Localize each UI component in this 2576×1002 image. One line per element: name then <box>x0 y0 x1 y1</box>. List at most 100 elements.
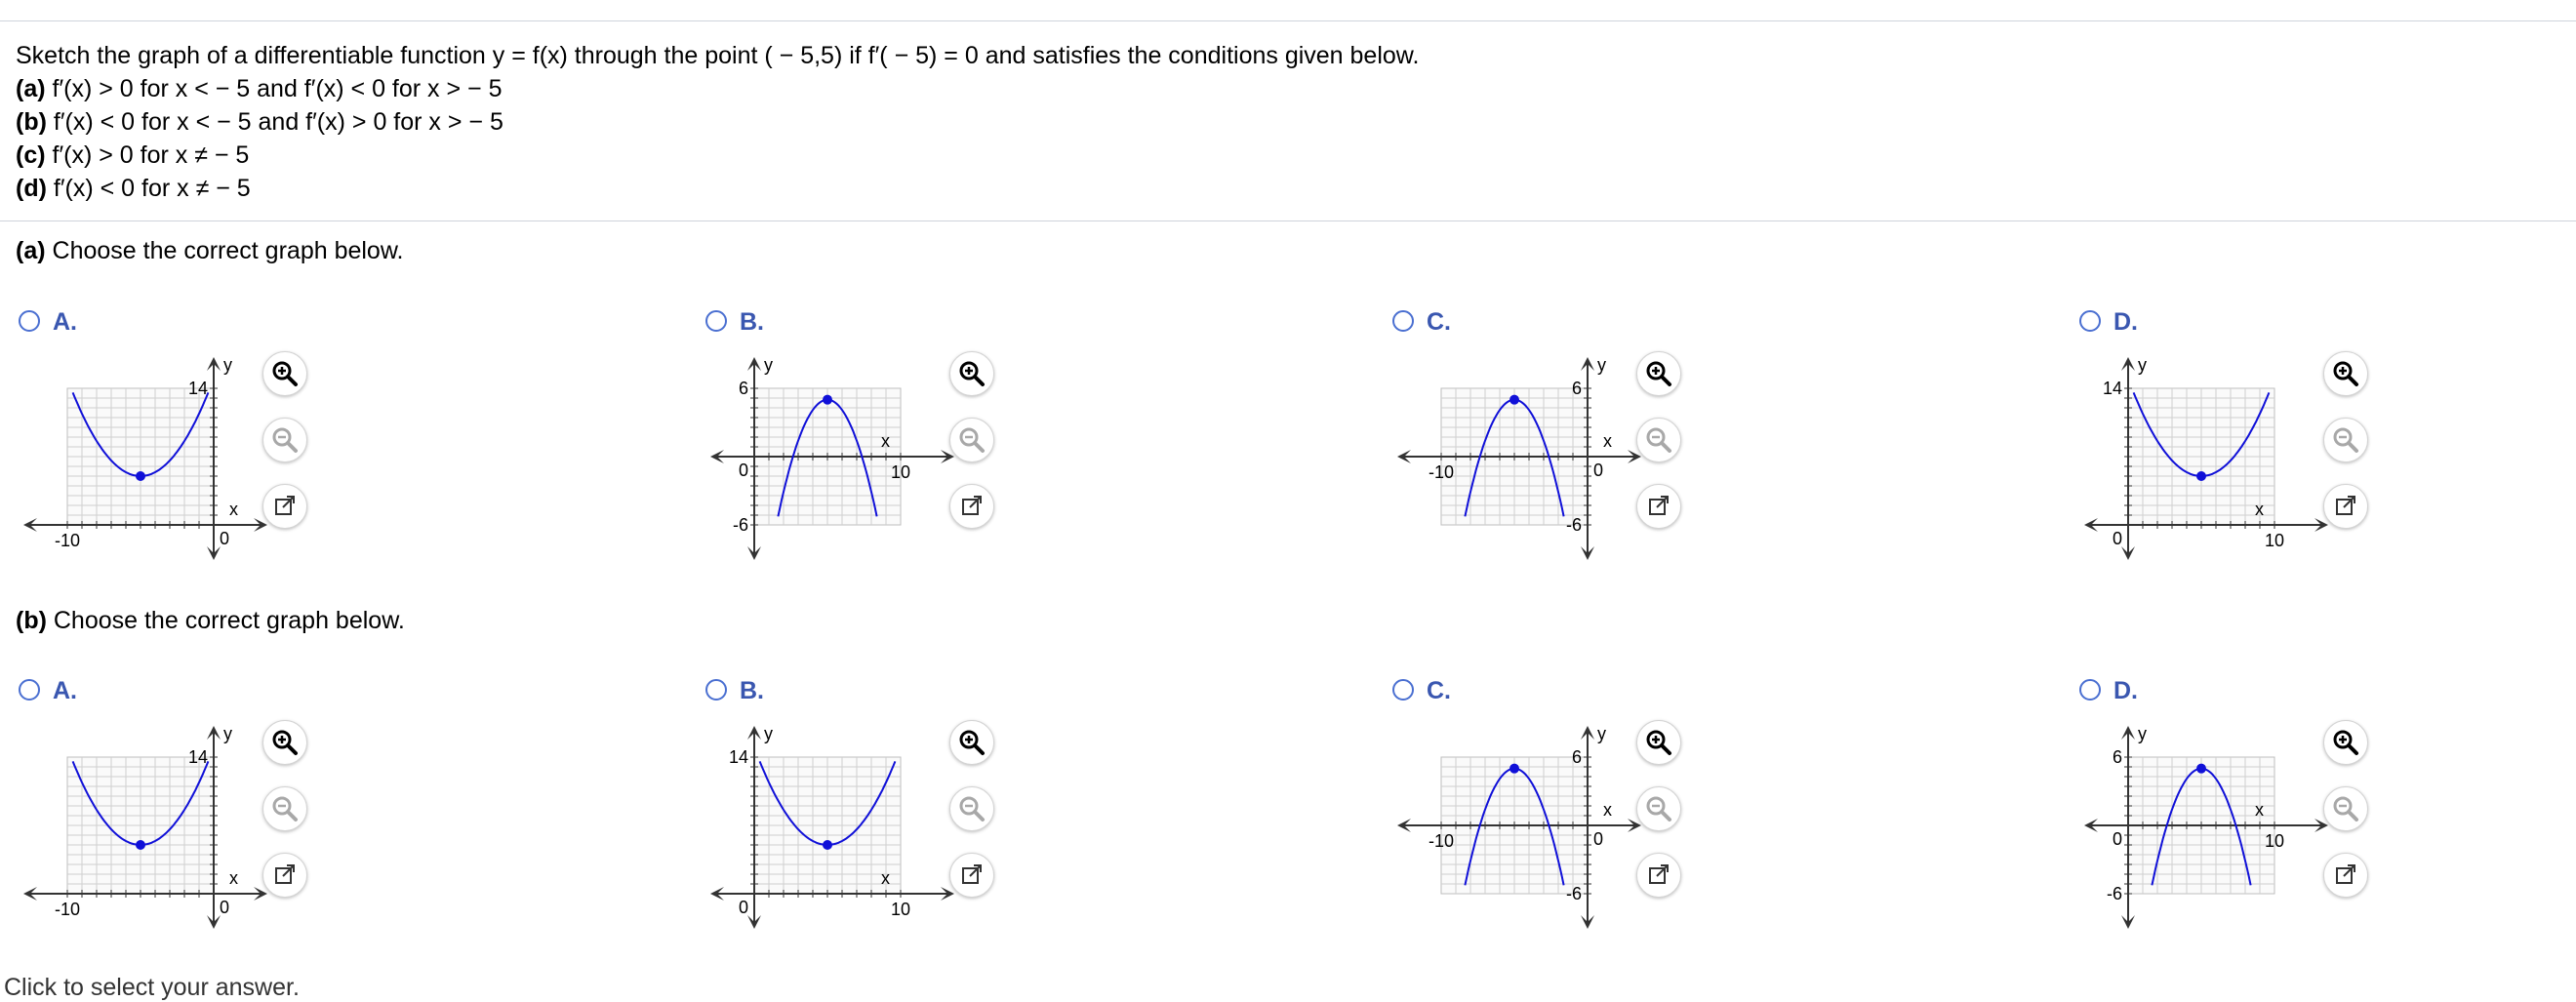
problem-divider <box>0 220 2576 221</box>
y-tick-label-neg: -6 <box>1566 515 1582 535</box>
zoom-in-button[interactable] <box>1636 720 1681 765</box>
popout-button[interactable] <box>1636 484 1681 529</box>
part-a-prompt: (a) Choose the correct graph below. <box>16 237 404 264</box>
zoom-in-icon <box>959 730 985 755</box>
y-tick-label: 6 <box>1572 747 1582 767</box>
zoom-in-icon <box>2333 730 2358 755</box>
x-axis-label: x <box>1603 431 1612 451</box>
zoom-in-button[interactable] <box>262 720 307 765</box>
zoom-out-button[interactable] <box>2323 418 2368 462</box>
critical-point <box>1509 763 1519 774</box>
choice-letter: C. <box>1427 308 1451 336</box>
condition-c: (c) f′(x) > 0 for x ≠ − 5 <box>16 141 250 169</box>
choice-letter: B. <box>740 308 764 336</box>
y-axis-label: y <box>764 355 773 375</box>
zoom-in-button[interactable] <box>262 351 307 396</box>
condition-b: (b) f′(x) < 0 for x < − 5 and f′(x) > 0 … <box>16 108 503 136</box>
answer-choice-b-b[interactable]: B. y x 10 14 0 <box>701 677 1110 933</box>
zoom-out-button[interactable] <box>2323 786 2368 831</box>
x-axis-label: x <box>881 431 890 451</box>
choice-letter: D. <box>2113 677 2138 704</box>
radio-button[interactable] <box>705 310 727 332</box>
y-tick-label: 6 <box>739 379 748 398</box>
x-axis-label: x <box>229 500 238 519</box>
condition-a: (a) f′(x) > 0 for x < − 5 and f′(x) < 0 … <box>16 75 503 102</box>
zoom-in-icon <box>1646 361 1671 386</box>
x-tick-label: -10 <box>55 900 80 919</box>
zoom-out-button[interactable] <box>1636 418 1681 462</box>
zoom-out-button[interactable] <box>949 786 994 831</box>
popout-button[interactable] <box>2323 484 2368 529</box>
radio-button[interactable] <box>19 310 40 332</box>
y-tick-label: 14 <box>2103 379 2122 398</box>
radio-button[interactable] <box>2079 310 2101 332</box>
x-tick-label: -10 <box>1429 462 1454 482</box>
choice-letter: D. <box>2113 308 2138 336</box>
zoom-out-icon <box>2333 796 2358 822</box>
popout-button[interactable] <box>262 484 307 529</box>
critical-point <box>2196 471 2206 481</box>
x-tick-label: 10 <box>2265 531 2284 550</box>
popout-icon <box>1649 496 1669 515</box>
origin-label: 0 <box>2113 829 2122 849</box>
answer-choice-b-c[interactable]: C. y x -10 6 -6 0 <box>1388 677 1797 933</box>
y-axis-label: y <box>2138 724 2147 743</box>
answer-choice-b-d[interactable]: D. y x 10 6 -6 0 <box>2074 677 2484 933</box>
zoom-in-icon <box>272 730 298 755</box>
zoom-out-button[interactable] <box>262 786 307 831</box>
radio-button[interactable] <box>1392 679 1414 701</box>
popout-button[interactable] <box>1636 853 1681 898</box>
y-axis-label: y <box>223 355 232 375</box>
zoom-in-button[interactable] <box>1636 351 1681 396</box>
popout-button[interactable] <box>949 853 994 898</box>
answer-choice-b-a[interactable]: A. y x -10 14 0 <box>14 677 423 933</box>
origin-label: 0 <box>739 898 748 917</box>
x-tick-label: 10 <box>891 900 910 919</box>
top-divider <box>0 20 2576 21</box>
critical-point <box>1509 394 1519 405</box>
origin-label: 0 <box>1593 461 1603 480</box>
choice-letter: B. <box>740 677 764 704</box>
zoom-out-button[interactable] <box>262 418 307 462</box>
zoom-out-button[interactable] <box>949 418 994 462</box>
popout-button[interactable] <box>262 853 307 898</box>
zoom-in-button[interactable] <box>2323 351 2368 396</box>
radio-button[interactable] <box>1392 310 1414 332</box>
graph-plot: y x10 14 0 <box>2084 355 2328 560</box>
zoom-in-button[interactable] <box>949 351 994 396</box>
y-axis-label: y <box>2138 355 2147 375</box>
radio-button[interactable] <box>2079 679 2101 701</box>
zoom-out-button[interactable] <box>1636 786 1681 831</box>
choice-letter: C. <box>1427 677 1451 704</box>
radio-button[interactable] <box>705 679 727 701</box>
x-axis-label: x <box>2255 800 2264 820</box>
zoom-in-icon <box>2333 361 2358 386</box>
answer-choice-a-a[interactable]: A. y x -10 14 0 <box>14 308 423 564</box>
popout-button[interactable] <box>2323 853 2368 898</box>
popout-button[interactable] <box>949 484 994 529</box>
answer-choice-a-c[interactable]: C. y x -10 6 -6 0 <box>1388 308 1797 564</box>
condition-d: (d) f′(x) < 0 for x ≠ − 5 <box>16 175 251 202</box>
y-axis-label: y <box>223 724 232 743</box>
zoom-in-button[interactable] <box>2323 720 2368 765</box>
answer-choice-a-d[interactable]: D. y x 10 14 0 <box>2074 308 2484 564</box>
popout-icon <box>2336 864 2355 884</box>
choice-letter: A. <box>53 677 77 704</box>
radio-button[interactable] <box>19 679 40 701</box>
popout-icon <box>1649 864 1669 884</box>
x-tick-label: -10 <box>1429 831 1454 851</box>
graph-plot: y x10 6 -6 0 <box>2084 724 2328 929</box>
y-tick-label: 14 <box>188 379 208 398</box>
zoom-out-icon <box>2333 427 2358 453</box>
critical-point <box>823 840 832 850</box>
x-tick-label: -10 <box>55 531 80 550</box>
graph-plot: y x10 14 0 <box>710 724 954 929</box>
zoom-in-button[interactable] <box>949 720 994 765</box>
answer-choice-a-b[interactable]: B. y x 10 6 -6 0 <box>701 308 1110 564</box>
y-tick-label: 6 <box>2113 747 2122 767</box>
zoom-out-icon <box>272 427 298 453</box>
popout-icon <box>275 864 295 884</box>
graph-plot: y x -10 14 0 <box>23 724 267 929</box>
critical-point <box>136 840 145 850</box>
zoom-out-icon <box>1646 427 1671 453</box>
